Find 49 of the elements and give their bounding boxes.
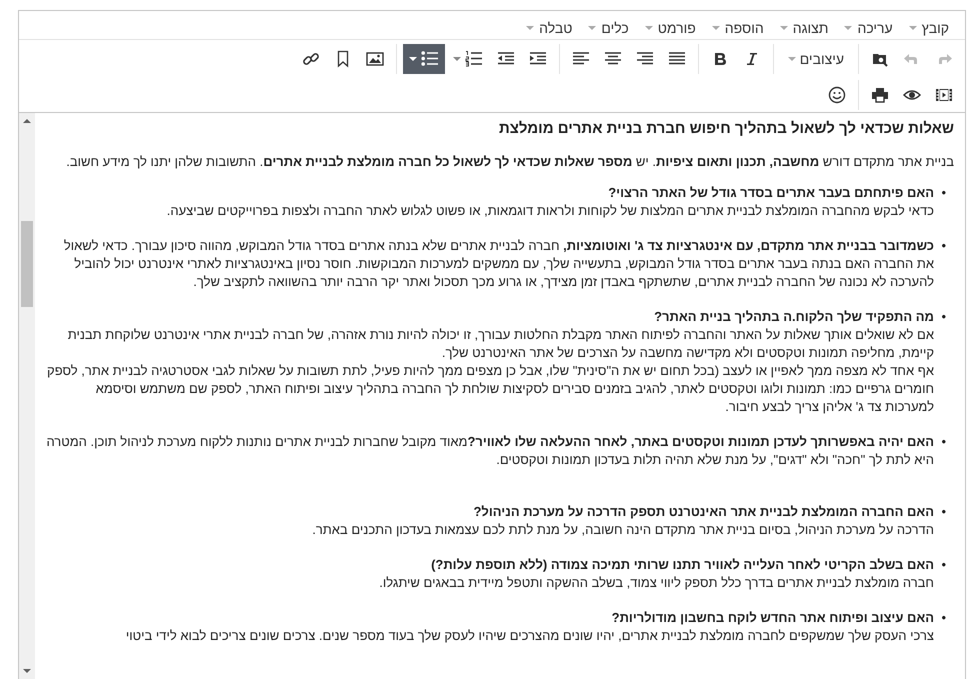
list-item-text: כשמדובר בבניית אתר מתקדם, עם אינטגרציות צד ג' ואוטומציות, חברה לבניית אתרים שלא בנתה אתרים בסדר גודל המבוקש, מהווה סיכון עבורך. כדאי לשאול את החברה האם בנתה בעבר אתרים בסדר גודל המבוקש, בתעשייה שלך, עם ממשקים למערכות המבוקשות. חוסר נסיון באינטגרציות לאתרי אינטרנט יכול להוביל להערכה לא נכונה של החברה לבניית אתרים, שתשתקף באבדן זמן מצידך, או גרוע מכך תסכול ואתר יקר הרבה יותר בהשוואה לתקציב שלך. <box>62 237 934 291</box>
film-icon <box>935 86 953 104</box>
numbered-list-icon <box>464 50 483 68</box>
caret-icon <box>844 26 852 30</box>
caret-icon <box>408 57 417 61</box>
answer-text: הדרכה על מערכת הניהול, בסיום בניית אתר מתקדם הינה חשובה, על מנת לתת לכם עצמאות בעדכון התכנים באתר. <box>311 521 934 539</box>
menu-item[interactable]: טבלה <box>518 17 580 39</box>
answer-text: אף אחד לא מצפה ממך לאפיין או לעצב (בכל תחום יש את ה"סינית" שלו, אבל כן מצפים ממך להיות פעיל, לתת תשובות על שאלות לגבי אסטרטגיה לבניית אתר, לספק חומרים גרפיים כמו: תמונות ולוגו וטקסטים לאתר, להגיב בזמנים סבירים לסקיצות שולחת לך החברה בתהליך עיצוב ופיתוח האתר, לספק שם משתמש וסיסמא למערכות צד ג' אליהן צריך לבצע חיבור. <box>46 362 934 416</box>
menu-item[interactable]: הוספה <box>704 17 772 39</box>
styles-dropdown[interactable]: עיצובים <box>780 44 852 74</box>
list-item-text: האם יהיה באפשרותך לעדכן תמונות וטקסטים באתר, לאחר ההעלאה שלו לאוויר?מאוד מקובל שחברות לבניית אתרים נותנות ללקוח מערכת לניהול תוכן. המטרה היא לתת לך "חכה" ולא "דגים", על מנת שלא תהיה תלות בעדכון תמונות וטקסטים. <box>45 433 934 469</box>
bullet-list-button[interactable] <box>402 44 445 74</box>
caret-icon <box>788 57 796 61</box>
caret-icon <box>526 26 534 30</box>
intro-paragraph: בניית אתר מתקדם דורש מחשבה, תכנון ותאום ציפיות. יש מספר שאלות שכדאי לך לשאול כל חברה מומלצת לבניית אתרים. התשובות שלהן יתנו לך מידע חשוב. <box>65 153 954 171</box>
caret-icon <box>780 26 788 30</box>
answer-text: כדאי לבקש מהחברה המומלצת לבניית אתרים המלצות של לקוחות ולראות דוגמאות, או פשוט לגלוש לאתר החברה ולצפות בפרוייקטים שביצעה. <box>166 202 934 220</box>
question-text: האם החברה המומלצת לבניית אתר האינטרנט תספק הדרכה על מערכת הניהול? <box>472 503 934 521</box>
answer-text: אם לא שואלים אותך שאלות על האתר והחברה לפיתוח האתר מקבלת החלטות עבורך, זו יכולה להיות נורת אזהרה, של חברה לבניית אתרי אינטרנט שלוקחת תבנית קיימת, מחליפה תמונות וטקסטים ולא מקדישה מחשבה על הצרכים של אתר האינטרנט שלך. <box>66 326 934 362</box>
menu-item[interactable]: עריכה <box>836 17 901 39</box>
menu-item[interactable]: תצוגה <box>772 17 836 39</box>
question-text: האם עיצוב ופיתוח אתר החדש לוקח בחשבון מודולריות? <box>610 609 934 627</box>
bullet-list-icon <box>420 50 439 68</box>
printer-icon <box>871 86 889 104</box>
scrollbar[interactable] <box>19 113 35 679</box>
menu-item[interactable]: קובץ <box>900 17 957 39</box>
answer-text: חברה מומלצת לבניית אתרים בדרך כלל תספק ליווי צמוד, בשלב ההשקה ותטפל מיידית בבאגים שיתגלו. <box>378 574 934 592</box>
caret-icon <box>908 26 917 30</box>
caret-icon <box>644 26 653 30</box>
link-icon <box>302 50 320 68</box>
caret-icon <box>588 26 596 30</box>
bullet: • <box>940 503 946 521</box>
bullet: • <box>940 609 946 627</box>
question-text: מה התפקיד שלך הלקוח.ה בתהליך בניית האתר? <box>653 308 934 326</box>
image-icon <box>366 50 384 68</box>
document-heading: שאלות שכדאי לך לשאול בתהליך חיפוש חברת בניית אתרים מומלצת <box>498 119 954 139</box>
caret-icon <box>712 26 720 30</box>
bullet: • <box>940 308 946 326</box>
bullet: • <box>940 433 946 451</box>
smiley-icon <box>828 86 846 104</box>
caret-icon <box>452 57 461 61</box>
answer-text: צרכי העסק שלך שמשקפים לחברה מומלצת לבניית אתרים, יהיו שונים מהצרכים שיהיו לעסק שלך בעוד מספר שנים. צרכים שונים צריכים לבוא לידי ביטוי <box>124 627 934 645</box>
bullet: • <box>940 556 946 574</box>
menu-item[interactable]: פורמט <box>636 17 704 39</box>
menu-item[interactable]: כלים <box>580 17 637 39</box>
bullet: • <box>940 184 946 202</box>
question-text: האם פיתחתם בעבר אתרים בסדר גודל של האתר הרצוי? <box>607 184 934 202</box>
question-text: האם בשלב הקריטי לאחר העלייה לאוויר תתנו שרותי תמיכה צמודה (ללא תוספת עלות?) <box>430 556 934 574</box>
bullet: • <box>940 237 946 255</box>
